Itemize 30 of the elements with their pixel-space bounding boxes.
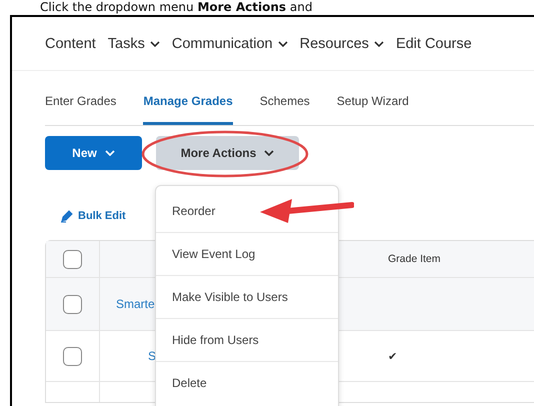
tab[interactable]: Enter Grades — [45, 94, 116, 125]
menu-item[interactable]: View Event Log — [156, 233, 338, 276]
new-button[interactable]: New — [45, 136, 142, 170]
nav-link[interactable]: Resources — [300, 36, 384, 52]
chevron-down-icon — [264, 150, 274, 156]
more-actions-button[interactable]: More Actions — [156, 136, 299, 170]
checkbox[interactable] — [63, 346, 82, 366]
nav-link[interactable]: Content — [45, 36, 96, 52]
check-mark: ✔ — [388, 350, 397, 362]
tab[interactable]: Schemes — [260, 94, 310, 125]
tab[interactable]: Setup Wizard — [336, 94, 409, 125]
chevron-down-icon — [104, 150, 115, 156]
nav-link[interactable]: Edit Course — [396, 36, 472, 52]
tab[interactable]: Manage Grades — [143, 94, 233, 125]
checkbox[interactable] — [63, 294, 82, 314]
chevron-down-icon — [150, 40, 160, 46]
menu-item[interactable]: Make Visible to Users — [156, 276, 338, 319]
grade-item-link[interactable]: S — [148, 349, 156, 363]
grade-item-link[interactable]: Smarte — [116, 297, 155, 311]
menu-item[interactable]: Delete — [156, 362, 338, 404]
nav-link[interactable]: Tasks — [108, 36, 160, 52]
checkbox[interactable] — [63, 250, 82, 268]
chevron-down-icon — [374, 40, 384, 46]
column-header: Grade Item — [388, 253, 441, 265]
chevron-down-icon — [278, 40, 288, 46]
caption-text: Click the dropdown menu More Actions and — [39, 0, 314, 15]
nav-link[interactable]: Communication — [172, 36, 288, 52]
bulk-edit-link[interactable]: Bulk Edit — [60, 209, 126, 223]
menu-item[interactable]: Hide from Users — [156, 319, 338, 362]
pencil-icon — [60, 209, 74, 223]
